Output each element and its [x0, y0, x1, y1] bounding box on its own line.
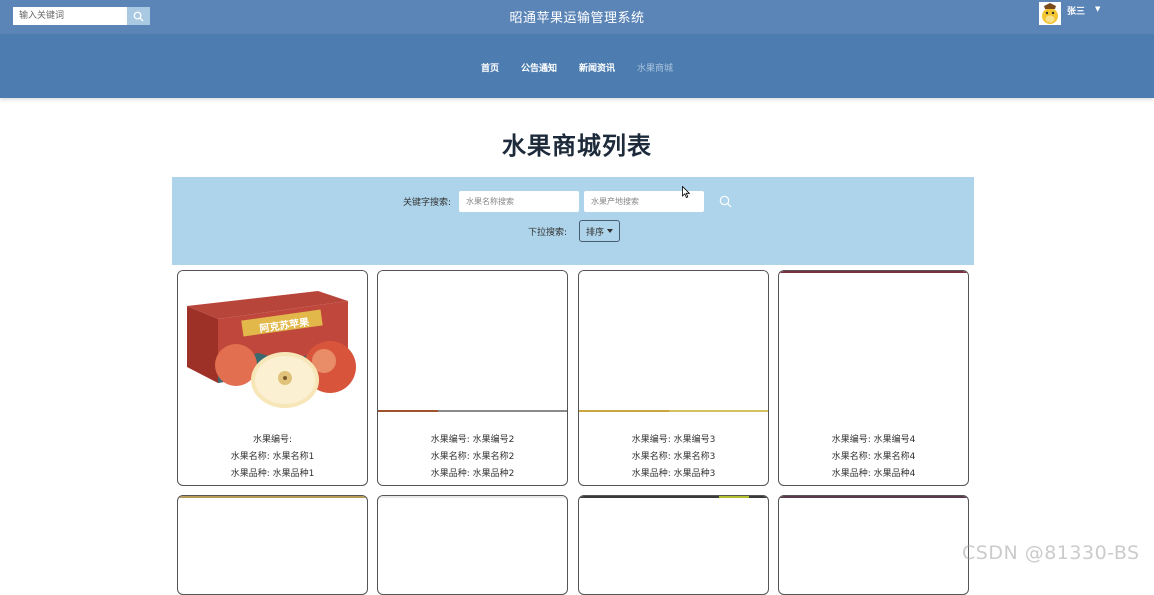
- watermark: CSDN @81330-BS: [962, 542, 1140, 564]
- sort-dropdown-button[interactable]: 排序: [579, 220, 620, 242]
- product-card[interactable]: 水果编号: 水果编号3 水果名称: 水果名称3 水果品种: 水果品种3: [578, 270, 769, 486]
- product-image[interactable]: 阿克苏苹果: [178, 271, 367, 412]
- site-title: 昭通苹果运输管理系统: [509, 11, 645, 26]
- nav-item-fruit-mall[interactable]: 水果商城: [637, 61, 673, 74]
- product-code: 水果编号: 水果编号4: [831, 435, 916, 445]
- user-menu[interactable]: 张三 ▼: [1039, 2, 1100, 26]
- top-bar: 昭通苹果运输管理系统 张三 ▼: [0, 0, 1154, 34]
- product-image[interactable]: [779, 271, 968, 412]
- nav-item-home[interactable]: 首页: [481, 61, 499, 74]
- product-image[interactable]: [378, 271, 567, 412]
- product-card[interactable]: 水果编号: 水果编号4 水果名称: 水果名称4 水果品种: 水果品种4: [778, 270, 969, 486]
- product-image[interactable]: [579, 271, 768, 412]
- product-variety: 水果品种: 水果品种3: [631, 469, 716, 479]
- product-info: 水果编号: 水果名称: 水果名称1 水果品种: 水果品种1: [178, 432, 367, 483]
- product-variety: 水果品种: 水果品种2: [430, 469, 515, 479]
- product-card[interactable]: 阿克苏苹果 水果编号: 水果名称: 水果名称1 水果品种: 水果品种1: [177, 270, 368, 486]
- product-info: 水果编号: 水果编号2 水果名称: 水果名称2 水果品种: 水果品种2: [378, 432, 567, 483]
- product-variety: 水果品种: 水果品种1: [230, 469, 315, 479]
- filter-search-button[interactable]: [718, 194, 734, 210]
- product-image[interactable]: [378, 496, 567, 498]
- user-name[interactable]: 张三: [1067, 4, 1085, 17]
- product-card[interactable]: [377, 495, 568, 595]
- product-card[interactable]: [578, 495, 769, 595]
- product-image[interactable]: [579, 496, 768, 498]
- product-card[interactable]: 水果编号: 水果编号2 水果名称: 水果名称2 水果品种: 水果品种2: [377, 270, 568, 486]
- product-card[interactable]: [778, 495, 969, 595]
- keyword-search-label: 关键字搜索:: [403, 198, 452, 208]
- dropdown-search-label: 下拉搜索:: [528, 228, 568, 238]
- fruit-name-search-input[interactable]: [459, 191, 579, 212]
- product-name: 水果名称: 水果名称4: [831, 452, 916, 462]
- product-info: 水果编号: 水果编号4 水果名称: 水果名称4 水果品种: 水果品种4: [779, 432, 968, 483]
- avatar[interactable]: [1039, 2, 1061, 25]
- filter-panel: 关键字搜索: 下拉搜索: 排序: [172, 177, 974, 265]
- product-card[interactable]: [177, 495, 368, 595]
- product-code: 水果编号: 水果编号3: [631, 435, 716, 445]
- nav-band: 首页 公告通知 新闻资讯 水果商城: [0, 34, 1154, 98]
- sort-button-label: 排序: [585, 227, 604, 238]
- user-dropdown-caret-icon[interactable]: ▼: [1095, 5, 1100, 13]
- product-code: 水果编号: 水果编号2: [430, 435, 515, 445]
- product-info: 水果编号: 水果编号3 水果名称: 水果名称3 水果品种: 水果品种3: [579, 432, 768, 483]
- product-image[interactable]: [178, 496, 367, 498]
- chevron-down-icon: [607, 229, 613, 233]
- mouse-cursor-icon: [682, 186, 690, 198]
- product-image[interactable]: [779, 496, 968, 498]
- product-variety: 水果品种: 水果品种4: [831, 469, 916, 479]
- product-code: 水果编号:: [252, 435, 293, 445]
- product-name: 水果名称: 水果名称2: [430, 452, 515, 462]
- nav-item-notices[interactable]: 公告通知: [521, 61, 557, 74]
- nav-item-news[interactable]: 新闻资讯: [579, 61, 615, 74]
- main-nav: 首页 公告通知 新闻资讯 水果商城: [0, 61, 1154, 74]
- product-name: 水果名称: 水果名称3: [631, 452, 716, 462]
- product-name: 水果名称: 水果名称1: [230, 452, 315, 462]
- page-title: 水果商城列表: [502, 132, 652, 160]
